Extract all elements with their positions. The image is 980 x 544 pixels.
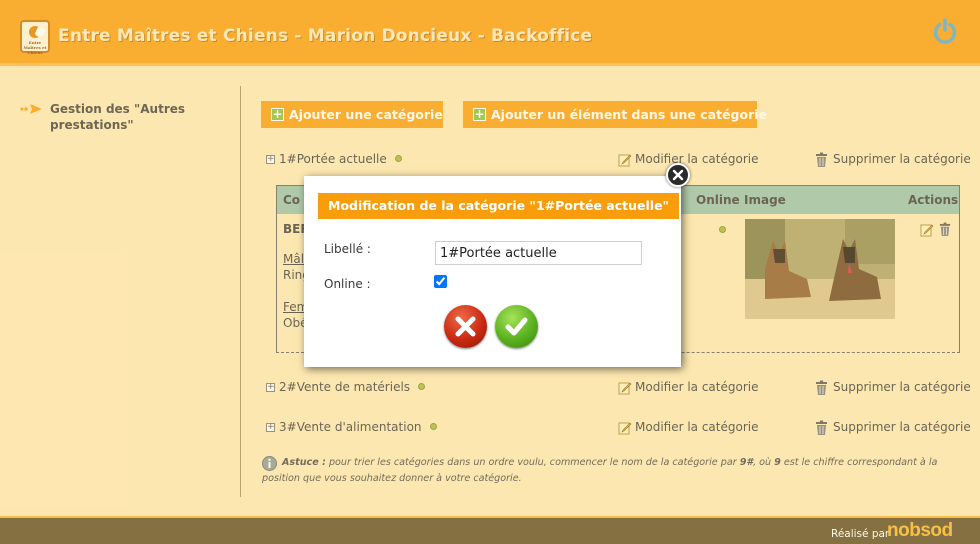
- edit-category-dialog: Modification de la catégorie "1#Portée a…: [304, 176, 681, 367]
- checkmark-icon: [505, 317, 528, 336]
- online-checkbox[interactable]: [434, 275, 447, 288]
- close-dialog-button[interactable]: [666, 163, 690, 187]
- label-field-label: Libellé :: [324, 242, 371, 256]
- cross-icon: [455, 316, 476, 337]
- online-field-label: Online :: [324, 277, 371, 291]
- confirm-button[interactable]: [495, 305, 538, 348]
- label-input[interactable]: [435, 241, 642, 265]
- cancel-button[interactable]: [444, 305, 487, 348]
- dialog-title: Modification de la catégorie "1#Portée a…: [318, 193, 680, 219]
- close-icon: [672, 169, 684, 181]
